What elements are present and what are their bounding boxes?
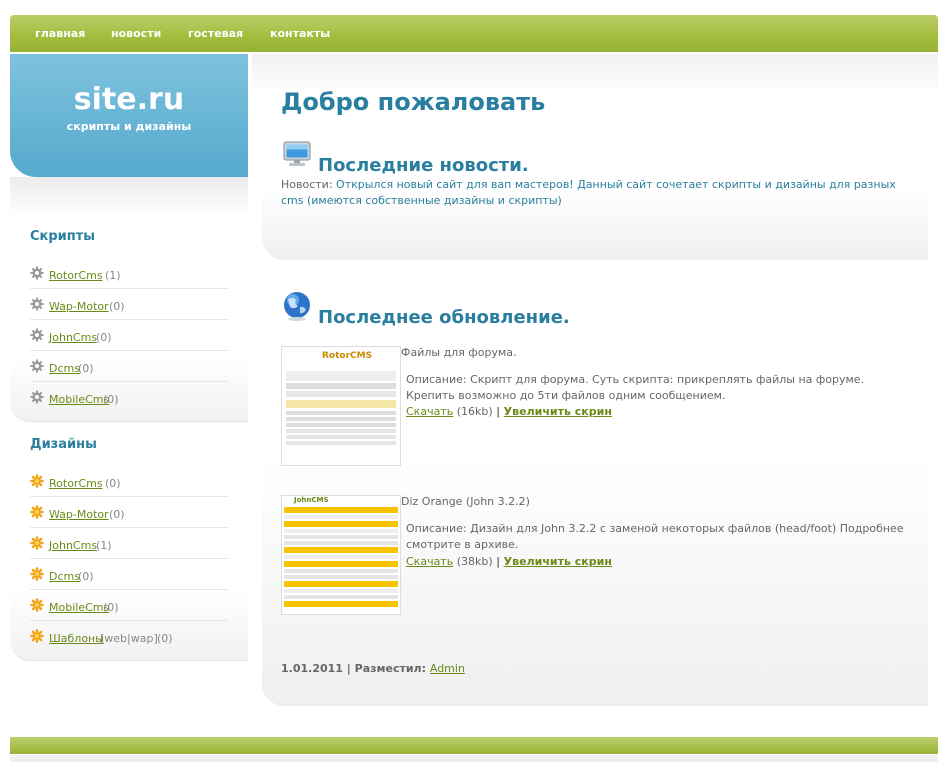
item-extra: [web|wap] <box>100 632 158 645</box>
file-size: (16kb) <box>456 405 493 418</box>
zoom-screenshot-link[interactable]: Увеличить скрин <box>504 555 612 568</box>
footer-bar <box>10 737 938 754</box>
item-count: (1) <box>105 269 121 282</box>
flower-icon <box>30 567 44 581</box>
sidebar-link[interactable]: JohnCms <box>49 331 97 344</box>
item-count: (0) <box>78 362 94 375</box>
nav-link-news[interactable]: новости <box>111 27 161 40</box>
item-count: (0) <box>103 393 119 406</box>
sidebar-item-design: Шаблоны [web|wap] (0) <box>30 621 228 652</box>
sidebar-link[interactable]: RotorCms <box>49 269 103 282</box>
item-count: (0) <box>78 570 94 583</box>
logo-title: site.ru <box>73 82 185 117</box>
link-separator: | <box>496 405 501 418</box>
sidebar-link[interactable]: Wap-Motor <box>49 300 109 313</box>
item-count: (0) <box>157 632 173 645</box>
sidebar-link[interactable]: RotorCms <box>49 477 103 490</box>
sidebar-item-design: Wap-Motor (0) <box>30 497 228 528</box>
zoom-screenshot-link[interactable]: Увеличить скрин <box>504 405 612 418</box>
post-meta: 1.01.2011 | Разместил: Admin <box>281 662 465 675</box>
monitor-icon <box>283 141 311 166</box>
sidebar-link[interactable]: Dcms <box>49 570 80 583</box>
sidebar-item-design: JohnCms (1) <box>30 528 228 559</box>
logo-subtitle: скрипты и дизайны <box>66 120 192 133</box>
news-label: Новости: <box>281 178 333 191</box>
news-body: Открылся новый сайт для вап мастеров! Да… <box>281 178 896 207</box>
file-links: Скачать (38kb) | Увеличить скрин <box>406 555 612 568</box>
sidebar-link[interactable]: Шаблоны <box>49 632 104 645</box>
posted-by-label: | Разместил: <box>346 662 427 675</box>
gear-icon <box>30 328 44 342</box>
sidebar-item-design: Dcms (0) <box>30 559 228 590</box>
file-thumbnail[interactable]: JohnCMS <box>281 495 401 615</box>
globe-icon <box>284 292 310 321</box>
author-link[interactable]: Admin <box>430 662 465 675</box>
sidebar-item-design: RotorCms (0) <box>30 466 228 497</box>
gear-icon <box>30 359 44 373</box>
download-link[interactable]: Скачать <box>406 405 453 418</box>
sidebar-link[interactable]: MobileCms <box>49 601 109 614</box>
post-date: 1.01.2011 <box>281 662 343 675</box>
nav-link-contacts[interactable]: контакты <box>270 27 330 40</box>
sidebar-item-script: Dcms (0) <box>30 351 228 382</box>
sidebar-heading-designs: Дизайны <box>30 437 97 452</box>
sidebar-item-design: MobileCms (0) <box>30 590 228 621</box>
sidebar-item-script: Wap-Motor (0) <box>30 289 228 320</box>
news-heading: Последние новости. <box>318 155 529 176</box>
thumb-brand: JohnCMS <box>294 496 329 504</box>
item-count: (0) <box>109 300 125 313</box>
sidebar-link[interactable]: Wap-Motor <box>49 508 109 521</box>
sidebar-item-script: JohnCms (0) <box>30 320 228 351</box>
flower-icon <box>30 536 44 550</box>
updates-heading: Последнее обновление. <box>318 307 570 328</box>
thumb-brand: RotorCMS <box>322 351 373 361</box>
sidebar-link[interactable]: MobileCms <box>49 393 109 406</box>
link-separator: | <box>496 555 501 568</box>
download-link[interactable]: Скачать <box>406 555 453 568</box>
gear-icon <box>30 266 44 280</box>
item-count: (0) <box>103 601 119 614</box>
flower-icon <box>30 598 44 612</box>
nav-link-guestbook[interactable]: гостевая <box>188 27 243 40</box>
gear-icon <box>30 390 44 404</box>
flower-icon <box>30 505 44 519</box>
sidebar-link[interactable]: JohnCms <box>49 539 97 552</box>
flower-icon <box>30 629 44 643</box>
item-count: (0) <box>105 477 121 490</box>
item-count: (1) <box>96 539 112 552</box>
sidebar-link[interactable]: Dcms <box>49 362 80 375</box>
gear-icon <box>30 297 44 311</box>
sidebar-heading-scripts: Скрипты <box>30 229 96 244</box>
file-title: Diz Orange (John 3.2.2) <box>401 495 530 508</box>
sidebar-shade <box>10 177 248 217</box>
flower-icon <box>30 474 44 488</box>
file-size: (38kb) <box>456 555 493 568</box>
file-title: Файлы для форума. <box>401 346 517 359</box>
news-text: Новости: Открылся новый сайт для вап мас… <box>281 177 906 209</box>
item-count: (0) <box>96 331 112 344</box>
file-thumbnail[interactable]: RotorCMS <box>281 346 401 466</box>
file-description: Описание: Скрипт для форума. Суть скрипт… <box>406 373 865 402</box>
sidebar-item-script: MobileCms (0) <box>30 382 228 413</box>
site-logo[interactable]: site.ru скрипты и дизайны <box>10 54 248 177</box>
top-navigation: главная новости гостевая контакты <box>10 15 938 52</box>
nav-link-home[interactable]: главная <box>35 27 85 40</box>
item-count: (0) <box>109 508 125 521</box>
file-links: Скачать (16kb) | Увеличить скрин <box>406 405 612 418</box>
footer-strip <box>10 755 938 762</box>
page-title: Добро пожаловать <box>281 88 546 116</box>
sidebar-item-script: RotorCms (1) <box>30 258 228 289</box>
file-description: Описание: Дизайн для John 3.2.2 с замено… <box>406 522 904 551</box>
